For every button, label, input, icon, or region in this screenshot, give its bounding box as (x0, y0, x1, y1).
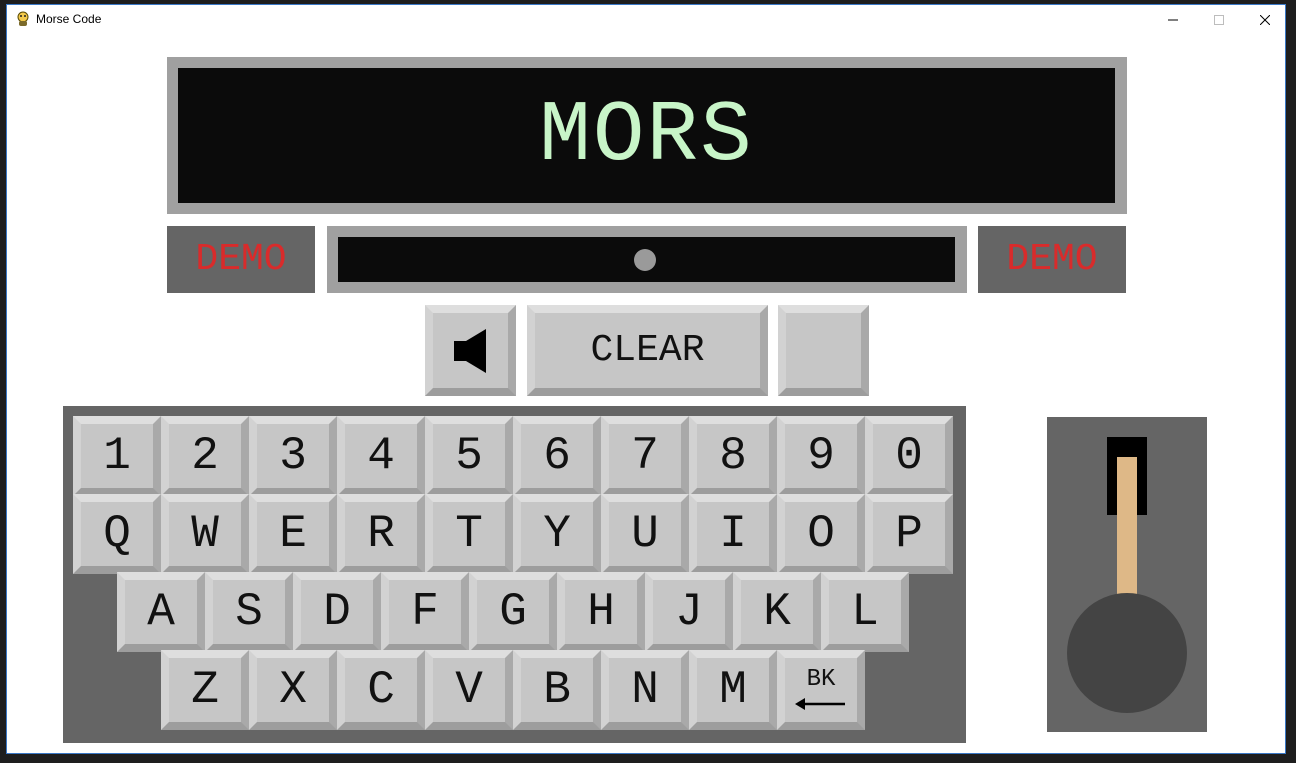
key-i[interactable]: I (689, 494, 777, 574)
text-display-frame: MORS (167, 57, 1127, 214)
key-l[interactable]: L (821, 572, 909, 652)
morse-dot (634, 249, 656, 271)
key-e[interactable]: E (249, 494, 337, 574)
key-b[interactable]: B (513, 650, 601, 730)
speaker-icon (453, 328, 486, 373)
key-o[interactable]: O (777, 494, 865, 574)
key-t[interactable]: T (425, 494, 513, 574)
signal-display-frame (327, 226, 967, 293)
key-m[interactable]: M (689, 650, 777, 730)
key-2[interactable]: 2 (161, 416, 249, 496)
telegraph-key-panel (1047, 417, 1207, 732)
key-d[interactable]: D (293, 572, 381, 652)
minimize-icon (1168, 19, 1178, 21)
close-button[interactable] (1242, 5, 1288, 35)
key-8[interactable]: 8 (689, 416, 777, 496)
key-p[interactable]: P (865, 494, 953, 574)
lever-rod (1117, 457, 1137, 597)
key-x[interactable]: X (249, 650, 337, 730)
key-s[interactable]: S (205, 572, 293, 652)
sound-toggle-button[interactable] (425, 305, 516, 396)
key-k[interactable]: K (733, 572, 821, 652)
signal-display (338, 237, 955, 282)
backspace-label: BK (806, 666, 836, 693)
telegraph-key-knob[interactable] (1067, 593, 1187, 713)
key-5[interactable]: 5 (425, 416, 513, 496)
key-n[interactable]: N (601, 650, 689, 730)
key-7[interactable]: 7 (601, 416, 689, 496)
maximize-button[interactable] (1196, 5, 1242, 35)
demo-button-left[interactable]: DEMO (167, 226, 315, 293)
key-f[interactable]: F (381, 572, 469, 652)
app-content: MORS DEMO DEMO CLEAR 1234567890 QWERTYUIO… (7, 35, 1285, 753)
decoded-text: MORS (539, 86, 754, 185)
app-window: Morse Code MORS DEMO DEMO CLEAR 1 2 3 4 … (6, 4, 1286, 754)
key-j[interactable]: J (645, 572, 733, 652)
key-a[interactable]: A (117, 572, 205, 652)
text-display: MORS (178, 68, 1115, 203)
key-6[interactable]: 6 (513, 416, 601, 496)
title-bar: Morse Code (7, 5, 1285, 35)
minimize-button[interactable] (1150, 5, 1196, 35)
clear-button[interactable]: CLEAR (527, 305, 768, 396)
left-arrow-icon (795, 698, 845, 710)
key-3[interactable]: 3 (249, 416, 337, 496)
blank-control-button[interactable] (778, 305, 869, 396)
key-z[interactable]: Z (161, 650, 249, 730)
key-u[interactable]: U (601, 494, 689, 574)
key-9[interactable]: 9 (777, 416, 865, 496)
key-1[interactable]: 1 (73, 416, 161, 496)
backspace-key[interactable]: BK (777, 650, 865, 730)
key-q[interactable]: Q (73, 494, 161, 574)
window-title: Morse Code (36, 12, 102, 26)
key-v[interactable]: V (425, 650, 513, 730)
key-w[interactable]: W (161, 494, 249, 574)
key-g[interactable]: G (469, 572, 557, 652)
close-icon (1260, 15, 1270, 25)
demo-button-right[interactable]: DEMO (978, 226, 1126, 293)
key-r[interactable]: R (337, 494, 425, 574)
key-4[interactable]: 4 (337, 416, 425, 496)
key-y[interactable]: Y (513, 494, 601, 574)
maximize-icon (1214, 15, 1224, 25)
key-0[interactable]: 0 (865, 416, 953, 496)
python-snake-icon (17, 11, 29, 26)
key-c[interactable]: C (337, 650, 425, 730)
keyboard: 1 2 3 4 5 6 7 8 9 0 Q W E R T Y U I O P A S D F G H J K L Z X C V B N M BK (63, 406, 966, 743)
key-h[interactable]: H (557, 572, 645, 652)
